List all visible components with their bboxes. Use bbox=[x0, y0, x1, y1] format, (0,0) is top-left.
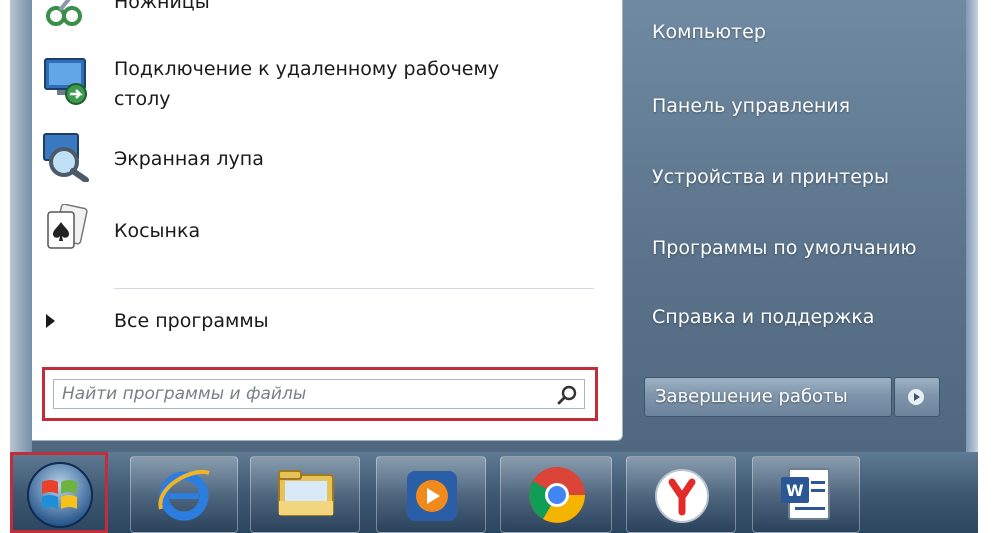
word-icon: W bbox=[781, 468, 830, 520]
menu-item-control-panel[interactable]: Панель управления bbox=[652, 95, 850, 117]
search-icon[interactable] bbox=[557, 384, 579, 406]
program-label: Косынка bbox=[114, 220, 201, 242]
separator bbox=[114, 288, 594, 289]
programs-pane: Ножницы Подключение к удаленному рабочем… bbox=[32, 0, 623, 441]
program-label: Ножницы bbox=[114, 0, 210, 13]
program-item-solitaire[interactable]: Косынка bbox=[32, 202, 622, 264]
program-item-magnifier[interactable]: Экранная лупа bbox=[32, 132, 622, 188]
menu-item-help-support[interactable]: Справка и поддержка bbox=[652, 306, 874, 328]
remote-desktop-icon bbox=[44, 58, 87, 105]
internet-explorer-icon bbox=[158, 469, 210, 521]
chevron-right-icon bbox=[908, 389, 924, 405]
taskbar-button-chrome[interactable] bbox=[500, 456, 612, 533]
scissors-icon bbox=[46, 0, 82, 26]
search-input[interactable] bbox=[53, 379, 585, 409]
program-item-remote-desktop[interactable]: Подключение к удаленному рабочему столу bbox=[32, 50, 622, 120]
file-explorer-icon bbox=[278, 470, 334, 516]
windows-start-icon[interactable] bbox=[20, 458, 100, 530]
magnifier-icon bbox=[43, 133, 89, 182]
program-item-scissors[interactable]: Ножницы bbox=[32, 0, 622, 26]
program-label-line2: столу bbox=[114, 88, 171, 110]
yandex-browser-icon bbox=[655, 469, 709, 523]
taskbar-button-media-player[interactable] bbox=[376, 456, 486, 533]
svg-text:W: W bbox=[786, 481, 804, 500]
chrome-icon bbox=[529, 467, 585, 523]
arrow-right-icon bbox=[46, 314, 55, 328]
media-player-icon bbox=[407, 471, 457, 521]
taskbar-button-explorer[interactable] bbox=[250, 456, 360, 533]
taskbar-button-ie[interactable] bbox=[130, 456, 238, 533]
taskbar-button-word[interactable]: W bbox=[752, 456, 860, 533]
menu-item-devices-printers[interactable]: Устройства и принтеры bbox=[652, 166, 889, 188]
menu-item-default-programs[interactable]: Программы по умолчанию bbox=[652, 237, 916, 259]
shutdown-options-button[interactable] bbox=[894, 377, 940, 417]
program-label: Экранная лупа bbox=[114, 148, 264, 170]
menu-item-computer[interactable]: Компьютер bbox=[652, 21, 766, 43]
solitaire-icon bbox=[47, 204, 88, 249]
all-programs-label: Все программы bbox=[114, 310, 269, 332]
program-label-line1: Подключение к удаленному рабочему bbox=[114, 58, 500, 80]
search-highlight-frame bbox=[42, 367, 598, 421]
all-programs-button[interactable]: Все программы bbox=[32, 300, 622, 346]
taskbar-button-yandex[interactable] bbox=[626, 456, 736, 533]
shutdown-button[interactable]: Завершение работы bbox=[644, 377, 892, 417]
